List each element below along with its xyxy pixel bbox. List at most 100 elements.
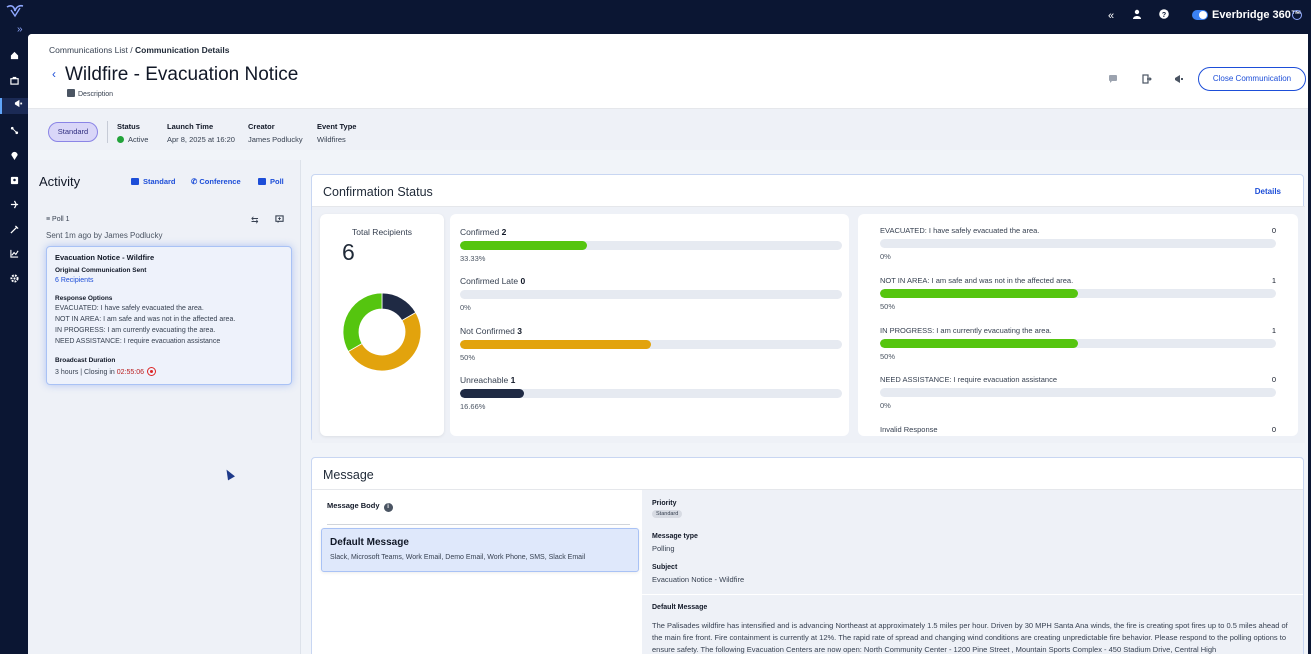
description-link[interactable]: Description (67, 89, 113, 98)
poll-card[interactable]: Evacuation Notice - Wildfire Original Co… (46, 246, 292, 385)
tab-conference-label: Conference (199, 177, 241, 186)
subject-value: Evacuation Notice - Wildfire (652, 575, 745, 584)
creator-value: James Podlucky (248, 135, 303, 144)
close-communication-button[interactable]: Close Communication (1198, 67, 1306, 91)
details-link[interactable]: Details (1255, 187, 1281, 196)
tab-conference[interactable]: ✆ Conference (191, 177, 241, 186)
progress-fill (880, 339, 1078, 348)
response-percent: 0% (880, 401, 891, 410)
response-label: EVACUATED: I have safely evacuated the a… (880, 226, 1040, 235)
poll-label: ≡ Poll 1 (46, 216, 70, 223)
everbridge-logo-icon[interactable] (6, 4, 24, 18)
breadcrumb: Communications List / Communication Deta… (49, 45, 229, 55)
reply-icon[interactable] (275, 215, 284, 226)
stat-percent: 0% (460, 303, 471, 312)
message-type-value: Polling (652, 544, 675, 553)
incidents-icon[interactable] (6, 75, 22, 91)
divider (642, 594, 1303, 595)
duration-label: Broadcast Duration (55, 357, 116, 364)
help-icon[interactable]: ? (1157, 9, 1171, 23)
tab-standard-label: Standard (143, 177, 176, 186)
collapse-icon[interactable]: « (1104, 9, 1118, 23)
response-count: 0 (1271, 226, 1276, 235)
export-icon[interactable] (1141, 74, 1153, 86)
stat-percent: 33.33% (460, 254, 486, 263)
confirmation-title: Confirmation Status (323, 185, 433, 199)
tab-standard[interactable]: Standard (131, 177, 176, 186)
tab-poll-label: Poll (270, 177, 284, 186)
stat-percent: 16.66% (460, 402, 486, 411)
stat-row: Unreachable 1 16.66% (460, 375, 843, 411)
communications-icon[interactable] (0, 98, 28, 114)
donut-slice-confirmed[interactable] (342, 292, 383, 353)
event-label: Event Type (317, 122, 357, 131)
page-header: Communications List / Communication Deta… (28, 34, 1308, 108)
progress-track (880, 388, 1276, 397)
event-field: Event Type Wildfires (317, 122, 356, 144)
comment-icon[interactable] (1107, 74, 1119, 86)
channel-list: Slack, Microsoft Teams, Work Email, Demo… (330, 554, 586, 561)
progress-track (880, 339, 1276, 348)
stat-row: Confirmed Late 0 0% (460, 276, 843, 312)
contacts-icon[interactable] (6, 175, 22, 191)
priority-label: Priority (652, 500, 677, 507)
location-icon[interactable] (6, 150, 22, 166)
info-icon[interactable]: i (383, 503, 393, 512)
megaphone-icon[interactable] (1173, 74, 1185, 86)
theme-toggle[interactable] (1192, 10, 1208, 20)
stat-percent: 50% (460, 353, 476, 362)
brand-name: Everbridge 360™ (1212, 9, 1302, 21)
status-label: Status (117, 122, 140, 131)
progress-track (460, 241, 842, 250)
response-percent: 50% (880, 302, 896, 311)
countdown-timer: 02:55:06 (116, 369, 144, 376)
response-option: EVACUATED: I have safely evacuated the a… (55, 305, 204, 312)
user-icon[interactable] (1130, 9, 1144, 23)
info-bar: Standard Status Active Launch Time Apr 8… (28, 108, 1308, 150)
confirmation-body: Total Recipients 6 Confirmed 2 33.33% Co… (312, 207, 1305, 443)
donut-chart (342, 292, 422, 372)
analytics-icon[interactable] (6, 248, 22, 264)
description-label: Description (78, 91, 114, 98)
stop-icon[interactable] (147, 367, 156, 376)
status-value: Active (128, 135, 149, 144)
tools-icon[interactable] (6, 224, 22, 240)
default-message-card[interactable]: Default Message Slack, Microsoft Teams, … (321, 528, 639, 572)
response-option: NEED ASSISTANCE: I require evacuation as… (55, 338, 221, 345)
response-breakdown: EVACUATED: I have safely evacuated the a… (858, 214, 1298, 436)
response-row: NOT IN AREA: I am safe and was not in th… (880, 276, 1276, 311)
tab-poll[interactable]: Poll (258, 177, 284, 186)
total-recipients-card: Total Recipients 6 (320, 214, 444, 436)
sent-info: Sent 1m ago by James Podlucky (46, 231, 163, 240)
recipients-link[interactable]: 6 Recipients (55, 277, 94, 284)
stat-count: 1 (510, 375, 516, 385)
stat-label: Unreachable (460, 375, 509, 385)
home-icon[interactable] (6, 50, 22, 66)
stat-row: Not Confirmed 3 50% (460, 326, 843, 362)
response-percent: 0% (880, 252, 891, 261)
activity-panel: Activity Standard ✆ Conference Poll ≡ Po… (28, 160, 301, 654)
divider (327, 524, 630, 525)
integrations-icon[interactable] (6, 125, 22, 141)
edit-icon (67, 89, 75, 97)
message-panel: Message Message Body i Default Message Sl… (311, 457, 1304, 654)
progress-track (880, 239, 1276, 248)
launch-label: Launch Time (167, 122, 214, 131)
response-percent: 50% (880, 352, 896, 361)
nav-settings-icon[interactable] (6, 273, 22, 289)
default-message-title: Default Message (330, 537, 409, 548)
response-count: 1 (1271, 326, 1276, 335)
settings-icon[interactable] (1292, 10, 1302, 20)
repeat-icon[interactable]: ⇆ (251, 215, 259, 226)
divider (107, 121, 108, 143)
duration-text: 3 hours | Closing in (55, 369, 117, 376)
breadcrumb-link[interactable]: Communications List (49, 45, 128, 55)
standard-icon (131, 178, 139, 185)
travel-icon[interactable] (6, 199, 22, 215)
stat-label: Not Confirmed (460, 326, 515, 336)
back-chevron-icon[interactable]: ‹ (52, 67, 56, 81)
side-nav (0, 32, 28, 654)
main-content: Communications List / Communication Deta… (28, 34, 1308, 654)
progress-fill (460, 241, 588, 250)
message-body-label: Message Body i (327, 501, 393, 512)
